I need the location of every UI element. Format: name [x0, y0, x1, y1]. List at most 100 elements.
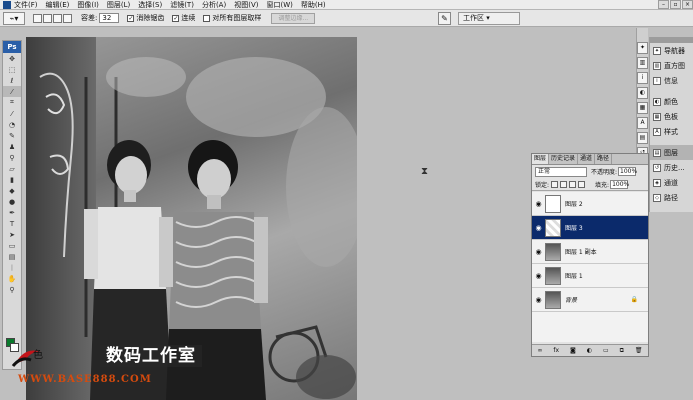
layer-name: 图层 3 [565, 225, 583, 232]
watermark-url: WWW.BASE888.COM [18, 374, 152, 385]
brushes-palette-icon[interactable]: ✎ [438, 12, 451, 25]
pen-icon[interactable]: ✒ [3, 207, 21, 218]
visibility-eye-icon[interactable]: ◉ [532, 248, 545, 256]
shape-icon[interactable]: ▭ [3, 240, 21, 251]
layer-row[interactable]: ◉ 图层 2 [532, 192, 648, 216]
intersect-selection-button[interactable] [63, 13, 72, 23]
crop-icon[interactable]: ⌗ [3, 97, 21, 108]
fill-input[interactable]: 100% [610, 179, 629, 189]
blur-icon[interactable]: ◆ [3, 185, 21, 196]
menu-image[interactable]: 图像(I) [77, 0, 99, 10]
healing-icon[interactable]: ◔ [3, 119, 21, 130]
lock-transparent-icon[interactable] [551, 180, 559, 188]
menu-help[interactable]: 帮助(H) [301, 0, 326, 10]
new-layer-icon[interactable]: ⧉ [620, 347, 624, 355]
eyedropper-icon[interactable]: ⁄ [3, 108, 21, 119]
tab-history[interactable]: 历史记录 [549, 154, 579, 164]
subtract-selection-button[interactable] [53, 13, 62, 23]
sample-all-layers-label: 对所有图层取样 [212, 14, 262, 22]
opacity-input[interactable]: 100% [618, 167, 637, 176]
contiguous-checkbox[interactable]: ✓ [172, 14, 180, 22]
visibility-eye-icon[interactable]: ◉ [532, 224, 545, 232]
link-icon[interactable]: ∞ [537, 347, 542, 354]
trash-icon[interactable]: 🗑 [635, 347, 643, 354]
move-icon[interactable]: ✥ [3, 53, 21, 64]
layer-row[interactable]: ◉ 图层 1 副本 [532, 240, 648, 264]
menu-select[interactable]: 选择(S) [138, 0, 162, 10]
dodge-icon[interactable]: ● [3, 196, 21, 207]
panel-channels[interactable]: ◈ 通道 [650, 175, 693, 190]
tab-channels[interactable]: 通道 [578, 154, 596, 164]
dock-info-icon[interactable]: i [637, 72, 648, 84]
tab-layers[interactable]: 图层 [532, 154, 550, 164]
workspace-dropdown[interactable]: 工作区 ▾ [458, 12, 520, 25]
marquee-icon[interactable]: ⬚ [3, 64, 21, 75]
magic-wand-icon[interactable]: ⁄ [3, 86, 21, 97]
menu-analysis[interactable]: 分析(A) [202, 0, 226, 10]
brush-icon[interactable]: ✎ [3, 130, 21, 141]
stamp-icon[interactable]: ♟ [3, 141, 21, 152]
menu-window[interactable]: 窗口(W) [266, 0, 292, 10]
menu-file[interactable]: 文件(F) [14, 0, 38, 10]
visibility-eye-icon[interactable]: ◉ [532, 200, 545, 208]
panel-layers[interactable]: ▤ 图层 [650, 145, 693, 160]
notes-icon[interactable]: ▤ [3, 251, 21, 262]
gradient-icon[interactable]: ▮ [3, 174, 21, 185]
menu-layer[interactable]: 图层(L) [107, 0, 130, 10]
zoom-icon[interactable]: ⚲ [3, 284, 21, 295]
fx-icon[interactable]: fx [553, 347, 559, 354]
panel-histogram[interactable]: ▥ 直方图 [650, 58, 693, 73]
dock-histogram-icon[interactable]: ▥ [637, 57, 648, 69]
new-selection-button[interactable] [33, 13, 42, 23]
tab-paths[interactable]: 路径 [595, 154, 613, 164]
close-button[interactable]: × [682, 0, 693, 9]
path-select-icon[interactable]: ➤ [3, 229, 21, 240]
maximize-button[interactable]: ▫ [670, 0, 681, 9]
visibility-eye-icon[interactable]: ◉ [532, 272, 545, 280]
sample-all-layers-checkbox[interactable] [203, 14, 211, 22]
panel-paths[interactable]: ◇ 路径 [650, 190, 693, 205]
eraser-icon[interactable]: ▱ [3, 163, 21, 174]
blend-mode-select[interactable]: 正常 [535, 166, 587, 177]
tolerance-input[interactable]: 32 [99, 13, 120, 23]
history-brush-icon[interactable]: ⚲ [3, 152, 21, 163]
menu-view[interactable]: 视图(V) [234, 0, 258, 10]
eyedropper2-icon[interactable]: ᛁ [3, 262, 21, 273]
panel-swatches[interactable]: ▦ 色板 [650, 109, 693, 124]
panel-history[interactable]: ↺ 历史... [650, 160, 693, 175]
panel-info[interactable]: i 信息 [650, 73, 693, 88]
panel-navigator[interactable]: ✦ 导航器 [650, 43, 693, 58]
lock-pixels-icon[interactable] [560, 180, 568, 188]
layer-row[interactable]: ◉ 图层 1 [532, 264, 648, 288]
styles-icon: A [653, 127, 661, 136]
hand-icon[interactable]: ✋ [3, 273, 21, 284]
type-icon[interactable]: T [3, 218, 21, 229]
lasso-icon[interactable]: ℓ [3, 75, 21, 86]
refine-edge-button[interactable]: 调整边缘... [271, 12, 316, 24]
layer-row[interactable]: ◉ 背景 🔒 [532, 288, 648, 312]
minimize-button[interactable]: – [658, 0, 669, 9]
dock-color-icon[interactable]: ◐ [637, 87, 648, 99]
dock-navigator-icon[interactable]: ✦ [637, 42, 648, 54]
menu-edit[interactable]: 编辑(E) [46, 0, 70, 10]
options-bar: ⌁▾ 容差: 32 ✓ 消除锯齿 ✓ 连续 对所有图层取样 调整边缘... [0, 10, 693, 27]
panel-label: 历史... [664, 163, 685, 172]
panel-color[interactable]: ◐ 颜色 [650, 94, 693, 109]
lock-position-icon[interactable] [569, 180, 577, 188]
lock-label: 锁定: [535, 181, 550, 189]
dock-layers-icon[interactable]: ▤ [637, 132, 648, 144]
adjustment-icon[interactable]: ◐ [587, 347, 592, 354]
panel-label: 图层 [664, 148, 678, 157]
layer-row-selected[interactable]: ◉ 图层 3 [532, 216, 648, 240]
dock-swatches-icon[interactable]: ▦ [637, 102, 648, 114]
panel-styles[interactable]: A 样式 [650, 124, 693, 139]
mask-icon[interactable]: ◙ [570, 347, 576, 354]
menu-filter[interactable]: 滤镜(T) [170, 0, 194, 10]
add-selection-button[interactable] [43, 13, 52, 23]
dock-styles-icon[interactable]: A [637, 117, 648, 129]
group-icon[interactable]: ▭ [603, 347, 609, 354]
anti-alias-checkbox[interactable]: ✓ [127, 14, 135, 22]
tool-preset-picker[interactable]: ⌁▾ [3, 11, 25, 25]
lock-all-icon[interactable] [578, 180, 586, 188]
visibility-eye-icon[interactable]: ◉ [532, 296, 545, 304]
